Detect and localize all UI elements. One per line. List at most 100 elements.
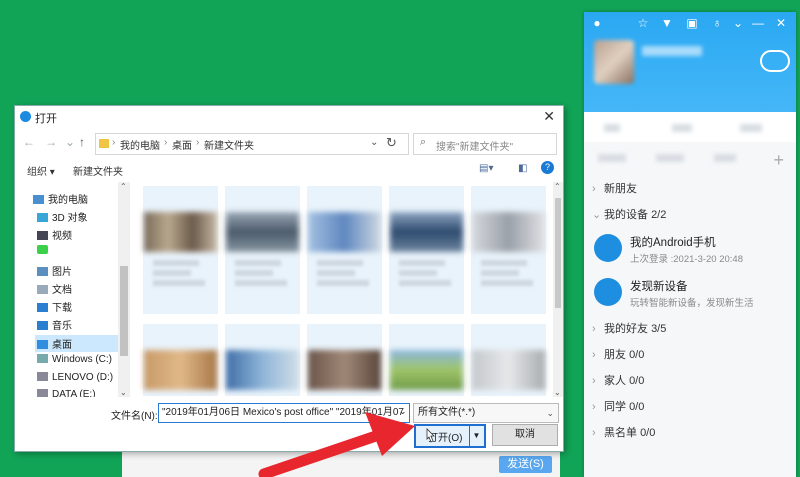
- video-icon: [37, 231, 48, 240]
- subtab-friends[interactable]: [598, 154, 626, 162]
- tab-contacts[interactable]: [672, 124, 692, 132]
- search-icon: ⌕: [420, 136, 427, 148]
- sidebar-scroll-thumb[interactable]: [120, 266, 128, 356]
- phone-icon: [594, 234, 622, 262]
- file-tile[interactable]: [389, 324, 464, 396]
- drive-icon: [37, 372, 48, 381]
- file-tile[interactable]: [307, 324, 382, 396]
- up-icon[interactable]: ↑: [79, 135, 85, 149]
- sidebar-item-drive-e[interactable]: DATA (E:): [37, 389, 96, 397]
- chevron-down-icon: ⌄: [546, 408, 554, 418]
- sidebar-item-documents[interactable]: 文档: [37, 281, 72, 296]
- qq-panel: ● ☆ ▼ ▣ ♁ ⌄ — ✕ + › 新朋友 ⌄ 我的设备 2/2 我的Andro…: [584, 12, 796, 477]
- app-icon: [20, 111, 31, 122]
- group-my-friends[interactable]: › 我的好友 3/5: [592, 320, 666, 336]
- document-icon: [37, 285, 48, 294]
- file-scroll-thumb[interactable]: [555, 198, 561, 308]
- picture-icon: [37, 267, 48, 276]
- breadcrumb-my-computer[interactable]: 我的电脑: [120, 137, 160, 152]
- dialog-title: 打开: [35, 113, 57, 125]
- view-options-icon[interactable]: ▤▾: [479, 163, 493, 174]
- desktop-icon: [37, 340, 48, 349]
- address-dropdown-icon[interactable]: ⌄: [370, 137, 378, 148]
- drive-icon: [37, 389, 48, 397]
- navigation-bar: ← → ⌄ ↑ › 我的电脑 › 桌面 › 新建文件夹 ⌄ ↻ ⌕ 搜索"新建文…: [15, 130, 563, 156]
- folder-icon: [99, 139, 109, 148]
- navigation-pane: 我的电脑 3D 对象 视频 图片 文档 下载 音乐 桌面 Windows (C:…: [15, 182, 130, 397]
- preview-pane-icon[interactable]: ◧: [518, 163, 527, 174]
- help-icon[interactable]: ?: [541, 161, 554, 174]
- file-tile[interactable]: [471, 186, 546, 314]
- organize-button[interactable]: 组织 ▾: [27, 163, 55, 178]
- group-classmates[interactable]: › 同学 0/0: [592, 398, 644, 414]
- breadcrumb-desktop[interactable]: 桌面: [172, 137, 192, 152]
- filename-label: 文件名(N):: [111, 411, 158, 422]
- breadcrumb-new-folder[interactable]: 新建文件夹: [204, 137, 254, 152]
- close-icon[interactable]: ✕: [543, 108, 555, 125]
- address-bar[interactable]: › 我的电脑 › 桌面 › 新建文件夹 ⌄ ↻: [95, 133, 409, 155]
- add-icon[interactable]: +: [773, 150, 784, 171]
- sidebar-item-video[interactable]: 视频: [37, 227, 72, 242]
- forward-icon[interactable]: →: [45, 135, 57, 149]
- sidebar-item-desktop[interactable]: 桌面: [35, 335, 119, 352]
- gift-icon[interactable]: ♁: [710, 16, 724, 30]
- star-icon[interactable]: ☆: [636, 16, 650, 30]
- sidebar-item-downloads[interactable]: 下载: [37, 299, 72, 314]
- open-dialog: 打开 ✕ ← → ⌄ ↑ › 我的电脑 › 桌面 › 新建文件夹 ⌄ ↻ ⌕ 搜…: [14, 105, 564, 452]
- subtab-groupchat[interactable]: [714, 154, 736, 162]
- tab-messages[interactable]: [604, 124, 620, 132]
- dialog-titlebar: 打开 ✕: [15, 106, 563, 128]
- settings-icon[interactable]: ⌄: [731, 16, 745, 30]
- radar-icon: [594, 278, 622, 306]
- calendar-icon[interactable]: ▣: [685, 16, 699, 30]
- app-icon: [37, 245, 48, 254]
- notification-icon[interactable]: ●: [590, 16, 604, 30]
- file-grid: [133, 186, 546, 396]
- device-android[interactable]: 我的Android手机 上次登录 :2021-3-20 20:48: [584, 230, 796, 270]
- file-tile[interactable]: [471, 324, 546, 396]
- group-my-devices[interactable]: ⌄ 我的设备 2/2: [592, 206, 666, 222]
- group-blacklist[interactable]: › 黑名单 0/0: [592, 424, 655, 440]
- group-new-friends[interactable]: › 新朋友: [592, 180, 637, 196]
- cube-icon: [37, 213, 48, 222]
- qq-tabs: [584, 112, 796, 142]
- history-dropdown-icon[interactable]: ⌄: [65, 135, 75, 149]
- send-button[interactable]: 发送(S): [499, 456, 552, 473]
- file-tile[interactable]: [225, 186, 300, 314]
- music-icon: [37, 321, 48, 330]
- download-icon: [37, 303, 48, 312]
- device-discover[interactable]: 发现新设备 玩转智能新设备，发现新生活: [584, 274, 796, 314]
- refresh-icon[interactable]: ↻: [386, 135, 397, 151]
- file-tile[interactable]: [307, 186, 382, 314]
- close-icon[interactable]: ✕: [774, 16, 788, 30]
- group-friends[interactable]: › 朋友 0/0: [592, 346, 644, 362]
- back-icon[interactable]: ←: [23, 135, 35, 149]
- minimize-icon[interactable]: —: [751, 16, 765, 30]
- drive-icon: [37, 354, 48, 363]
- sidebar-item-music[interactable]: 音乐: [37, 317, 72, 332]
- sidebar-item-3d[interactable]: 3D 对象: [37, 209, 88, 224]
- sidebar-item-drive-d[interactable]: LENOVO (D:): [37, 372, 113, 383]
- avatar[interactable]: [594, 40, 634, 84]
- new-folder-button[interactable]: 新建文件夹: [73, 163, 123, 178]
- cloud-icon[interactable]: [760, 50, 790, 72]
- cancel-button[interactable]: 取消: [492, 424, 558, 446]
- shirt-icon[interactable]: ▼: [660, 16, 674, 30]
- tab-space[interactable]: [740, 124, 762, 132]
- file-tile[interactable]: [143, 324, 218, 396]
- file-tile[interactable]: [143, 186, 218, 314]
- sidebar-item-app[interactable]: [37, 245, 52, 256]
- open-dropdown-icon[interactable]: ▼: [469, 426, 483, 446]
- search-input[interactable]: ⌕ 搜索"新建文件夹": [413, 133, 557, 155]
- red-arrow-annotation: [258, 412, 415, 477]
- sidebar-item-pictures[interactable]: 图片: [37, 263, 72, 278]
- toolbar: 组织 ▾ 新建文件夹 ▤▾ ◧ ?: [15, 158, 563, 182]
- file-tile[interactable]: [225, 324, 300, 396]
- subtab-groups[interactable]: [656, 154, 684, 162]
- file-tile[interactable]: [389, 186, 464, 314]
- nickname: [642, 46, 702, 56]
- sidebar-item-my-computer[interactable]: 我的电脑: [33, 191, 88, 206]
- qq-header: ● ☆ ▼ ▣ ♁ ⌄ — ✕: [584, 12, 796, 112]
- group-family[interactable]: › 家人 0/0: [592, 372, 644, 388]
- sidebar-item-drive-c[interactable]: Windows (C:): [37, 354, 112, 365]
